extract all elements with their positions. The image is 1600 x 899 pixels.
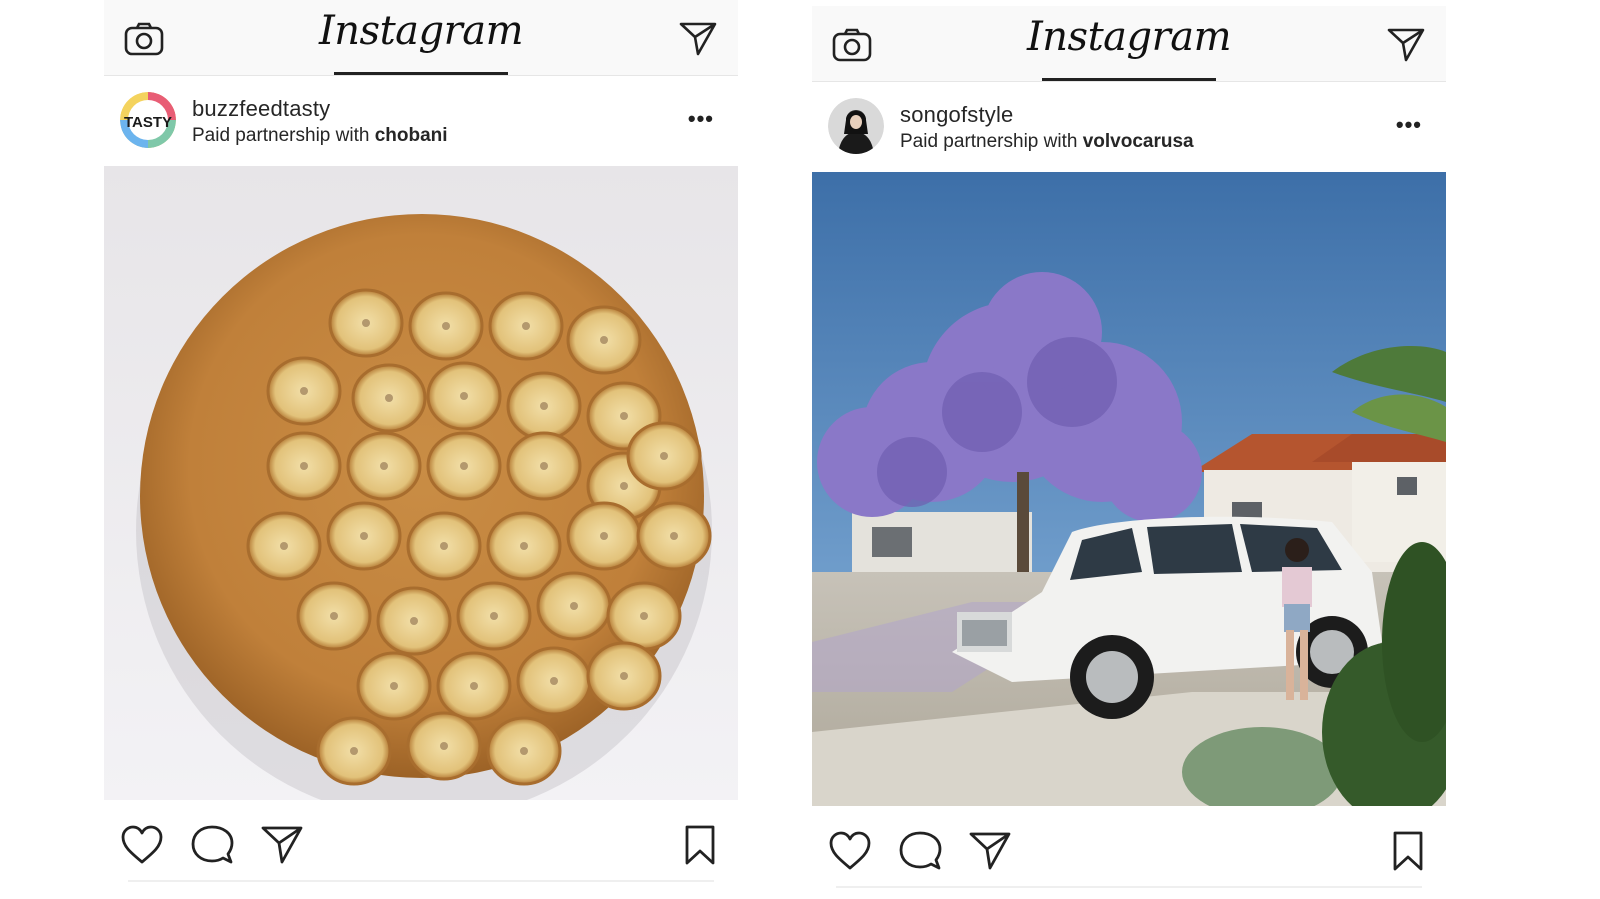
share-icon[interactable]	[260, 824, 304, 866]
banana-seed	[540, 462, 548, 470]
heart-icon[interactable]	[828, 830, 872, 872]
username[interactable]: songofstyle	[900, 102, 1014, 128]
partnership-prefix: Paid partnership with	[192, 125, 370, 146]
post-photo[interactable]	[812, 172, 1446, 806]
instagram-logo[interactable]: Instagram	[319, 8, 524, 54]
banana-seed	[620, 412, 628, 420]
banana-seed	[330, 612, 338, 620]
banana-seed	[360, 532, 368, 540]
instagram-logo[interactable]: Instagram	[1027, 14, 1232, 60]
volvo-scene-image	[812, 172, 1446, 806]
post-photo[interactable]	[104, 166, 738, 800]
comment-icon[interactable]	[898, 830, 942, 872]
heart-icon[interactable]	[120, 824, 164, 866]
post-header: TASTY buzzfeedtasty Paid partnership wit…	[104, 76, 738, 166]
banana-seed	[600, 336, 608, 344]
banana-seed	[540, 402, 548, 410]
banana-seed	[600, 532, 608, 540]
post-header: songofstyle Paid partnership with volvoc…	[812, 82, 1446, 172]
top-nav-bar: Instagram	[812, 6, 1446, 82]
banana-seed	[520, 747, 528, 755]
profile-photo	[828, 98, 884, 154]
banana-seed	[442, 322, 450, 330]
avatar[interactable]: TASTY	[120, 92, 176, 148]
banana-seed	[470, 682, 478, 690]
banana-seed	[640, 612, 648, 620]
banana-seed	[350, 747, 358, 755]
banana-seed	[520, 542, 528, 550]
banana-seed	[570, 602, 578, 610]
banana-seed	[490, 612, 498, 620]
top-nav-bar: Instagram	[104, 0, 738, 76]
partner-link[interactable]: chobani	[375, 125, 448, 146]
action-bar	[104, 800, 738, 886]
direct-send-icon[interactable]	[678, 20, 718, 56]
banana-cake-image	[104, 166, 738, 800]
username[interactable]: buzzfeedtasty	[192, 96, 330, 122]
banana-seed	[670, 532, 678, 540]
partnership-line: Paid partnership with chobani	[192, 125, 448, 147]
divider	[836, 886, 1422, 888]
camera-icon[interactable]	[832, 28, 872, 62]
banana-seed	[620, 482, 628, 490]
banana-seed	[410, 617, 418, 625]
share-icon[interactable]	[968, 830, 1012, 872]
banana-seed	[390, 682, 398, 690]
banana-seed	[385, 394, 393, 402]
banana-seed	[440, 542, 448, 550]
partnership-line: Paid partnership with volvocarusa	[900, 131, 1194, 153]
banana-seed	[550, 677, 558, 685]
avatar[interactable]	[828, 98, 884, 154]
divider	[128, 880, 714, 882]
banana-seed	[280, 542, 288, 550]
banana-seed	[660, 452, 668, 460]
action-bar	[812, 806, 1446, 892]
more-options-icon[interactable]: •••	[688, 106, 714, 132]
logo-underline	[334, 72, 508, 75]
direct-send-icon[interactable]	[1386, 26, 1426, 62]
logo-underline	[1042, 78, 1216, 81]
banana-seed	[522, 322, 530, 330]
banana-seed	[620, 672, 628, 680]
partnership-prefix: Paid partnership with	[900, 131, 1078, 152]
banana-seed	[460, 462, 468, 470]
banana-seed	[440, 742, 448, 750]
instagram-post-left: Instagram TASTY buzzfeedtasty Paid partn…	[104, 0, 738, 886]
banana-seed	[362, 319, 370, 327]
banana-seed	[300, 387, 308, 395]
bookmark-icon[interactable]	[678, 824, 722, 866]
more-options-icon[interactable]: •••	[1396, 112, 1422, 138]
banana-seed	[380, 462, 388, 470]
comment-icon[interactable]	[190, 824, 234, 866]
banana-seed	[460, 392, 468, 400]
avatar-text: TASTY	[124, 114, 172, 131]
tasty-logo: TASTY	[120, 92, 176, 148]
instagram-post-right: Instagram songofstyle Paid partnership w…	[812, 6, 1446, 892]
camera-icon[interactable]	[124, 22, 164, 56]
bookmark-icon[interactable]	[1386, 830, 1430, 872]
banana-seed	[300, 462, 308, 470]
partner-link[interactable]: volvocarusa	[1083, 131, 1194, 152]
